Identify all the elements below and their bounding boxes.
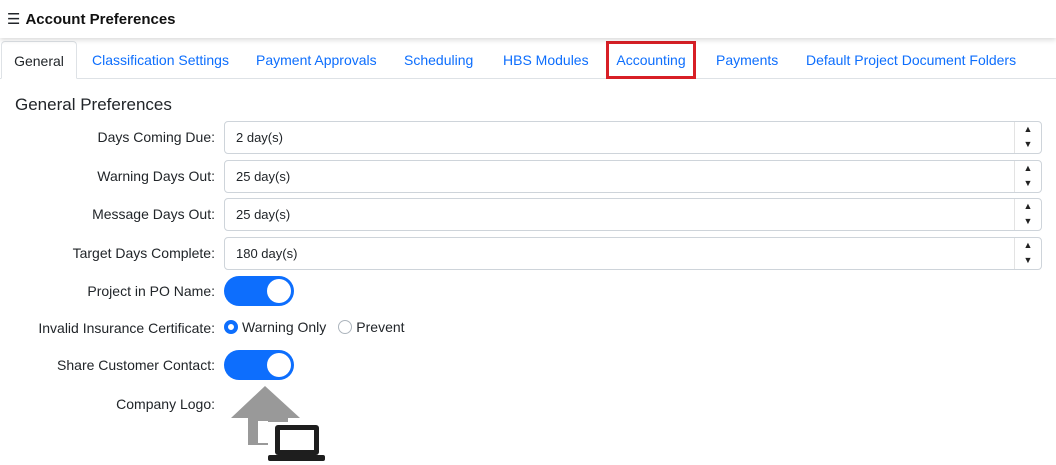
warning-only-radio[interactable] [224, 320, 238, 334]
target-days-complete-stepper: ▲ ▼ [1014, 238, 1041, 269]
warning-days-out-field: ▲ ▼ [224, 160, 1042, 193]
days-coming-due-input[interactable] [225, 122, 1015, 153]
toggle-knob [267, 353, 291, 377]
home-computer-icon[interactable] [230, 385, 326, 465]
project-in-po-name-label: Project in PO Name: [87, 283, 215, 299]
tab-hbs-modules[interactable]: HBS Modules [503, 41, 589, 79]
warning-only-label[interactable]: Warning Only [242, 319, 326, 335]
tab-payment-approvals[interactable]: Payment Approvals [256, 41, 377, 79]
share-customer-contact-label: Share Customer Contact: [57, 357, 215, 373]
warning-days-out-label: Warning Days Out: [97, 168, 215, 184]
invalid-insurance-certificate-label: Invalid Insurance Certificate: [38, 320, 215, 336]
prevent-radio[interactable] [338, 320, 353, 334]
app-header: ☰ Account Preferences [0, 0, 1056, 38]
company-logo-label: Company Logo: [116, 396, 215, 412]
increment-icon[interactable]: ▲ [1015, 122, 1041, 137]
tab-payments[interactable]: Payments [716, 41, 778, 79]
tab-classification-settings[interactable]: Classification Settings [92, 41, 229, 79]
warning-days-out-stepper: ▲ ▼ [1014, 161, 1041, 192]
hamburger-icon[interactable]: ☰ [7, 12, 20, 27]
tab-scheduling[interactable]: Scheduling [404, 41, 473, 79]
target-days-complete-label: Target Days Complete: [72, 245, 215, 261]
page-title: Account Preferences [25, 10, 176, 28]
message-days-out-label: Message Days Out: [92, 206, 215, 222]
message-days-out-field: ▲ ▼ [224, 198, 1042, 231]
share-customer-contact-toggle[interactable] [224, 350, 294, 380]
toggle-knob [267, 279, 291, 303]
increment-icon[interactable]: ▲ [1015, 161, 1041, 176]
invalid-insurance-certificate-radio-group: Warning Only Prevent [224, 318, 417, 336]
decrement-icon[interactable]: ▼ [1015, 137, 1041, 152]
decrement-icon[interactable]: ▼ [1015, 176, 1041, 191]
days-coming-due-stepper: ▲ ▼ [1014, 122, 1041, 153]
target-days-complete-input[interactable] [225, 238, 1015, 269]
days-coming-due-label: Days Coming Due: [97, 129, 216, 145]
decrement-icon[interactable]: ▼ [1015, 253, 1041, 268]
warning-days-out-input[interactable] [225, 161, 1015, 192]
days-coming-due-field: ▲ ▼ [224, 121, 1042, 154]
section-title: General Preferences [15, 95, 172, 114]
tab-bar: General Classification Settings Payment … [0, 41, 1056, 79]
prevent-label[interactable]: Prevent [356, 319, 404, 335]
decrement-icon[interactable]: ▼ [1015, 214, 1041, 229]
message-days-out-stepper: ▲ ▼ [1014, 199, 1041, 230]
tab-general[interactable]: General [1, 41, 77, 79]
target-days-complete-field: ▲ ▼ [224, 237, 1042, 270]
project-in-po-name-toggle[interactable] [224, 276, 294, 306]
increment-icon[interactable]: ▲ [1015, 238, 1041, 253]
tab-accounting[interactable]: Accounting [606, 41, 696, 79]
tab-default-project-document-folders[interactable]: Default Project Document Folders [806, 41, 1016, 79]
increment-icon[interactable]: ▲ [1015, 199, 1041, 214]
message-days-out-input[interactable] [225, 199, 1015, 230]
